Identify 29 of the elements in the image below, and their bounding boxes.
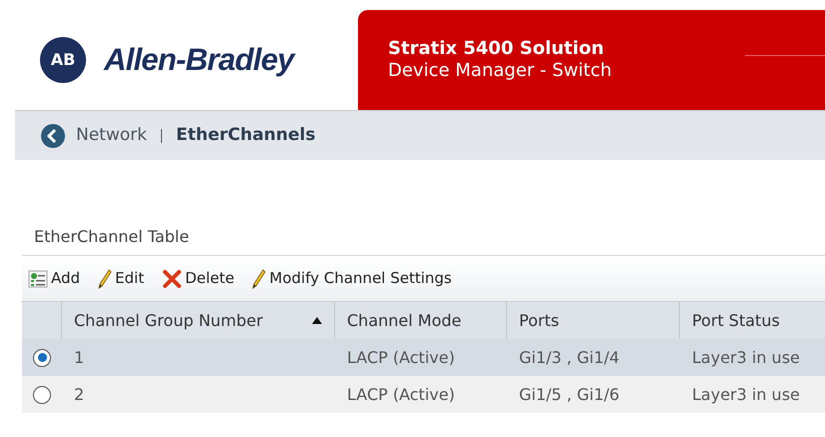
table-cell: Layer3 in use bbox=[692, 384, 800, 404]
product-subtitle: Device Manager - Switch bbox=[388, 60, 612, 82]
product-title: Stratix 5400 Solution bbox=[388, 38, 605, 60]
delete-x-icon bbox=[162, 268, 182, 288]
radio-button[interactable] bbox=[33, 386, 51, 404]
table-cell: LACP (Active) bbox=[347, 348, 455, 366]
logo-mark: AB bbox=[40, 37, 86, 83]
radio-button[interactable] bbox=[33, 348, 51, 366]
column-header[interactable]: Port Status bbox=[680, 302, 825, 339]
table-row[interactable]: 1 LACP (Active) Gi1/3 , Gi1/4 Layer3 in use bbox=[22, 339, 825, 376]
table-cell: LACP (Active) bbox=[347, 384, 455, 404]
toolbar-button[interactable]: Delete bbox=[162, 267, 234, 290]
table-cell: Gi1/3 , Gi1/4 bbox=[519, 348, 620, 366]
back-icon[interactable] bbox=[40, 122, 66, 148]
breadcrumb-current: EtherChannels bbox=[176, 124, 316, 147]
breadcrumb-link[interactable]: Network bbox=[76, 122, 147, 148]
table-cell: 1 bbox=[74, 348, 84, 366]
table-cell: 2 bbox=[74, 384, 84, 404]
toolbar-button[interactable]: Modify Channel Settings bbox=[252, 267, 452, 290]
add-list-icon bbox=[28, 270, 48, 288]
pencil-icon bbox=[98, 268, 112, 288]
pencil-icon bbox=[252, 268, 266, 288]
toolbar-button[interactable]: Edit bbox=[98, 267, 144, 290]
table-cell: Gi1/5 , Gi1/6 bbox=[519, 384, 620, 404]
table-cell: Layer3 in use bbox=[692, 348, 800, 366]
toolbar-button[interactable]: Add bbox=[28, 267, 80, 290]
brand-logo-text: Allen-Bradley bbox=[104, 40, 294, 79]
table-title: EtherChannel Table bbox=[34, 226, 190, 248]
table-row[interactable]: 2 LACP (Active) Gi1/5 , Gi1/6 Layer3 in use bbox=[22, 376, 825, 413]
